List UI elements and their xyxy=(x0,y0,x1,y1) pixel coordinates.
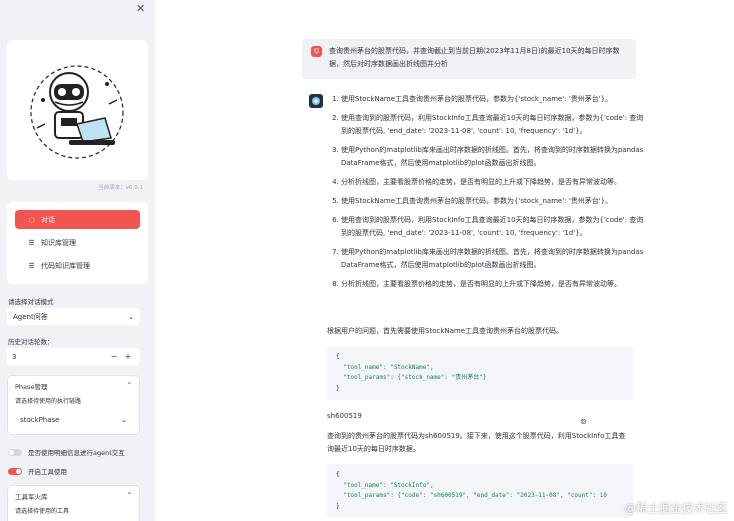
nav-card: ◌ 对话 ☰ 知识库管理 ☰ 代码知识库管理 xyxy=(7,202,148,284)
chat-icon: ◌ xyxy=(28,215,35,224)
code-block[interactable]: { "tool_name": "StockInfo", "tool_params… xyxy=(327,464,633,518)
detail-toggle-row: 是否使用明细信息进行agent交互 xyxy=(8,447,125,457)
response-paragraph: 查询到的贵州茅台的股票代码为sh600519。接下来，使用这个股票代码，利用St… xyxy=(327,432,626,453)
robot-logo-icon xyxy=(30,65,124,159)
toolbox-select-label: 请选择待使用的工具 xyxy=(15,508,70,515)
chevron-down-icon: ⌄ xyxy=(121,415,127,424)
nav-item-label: 对话 xyxy=(41,215,55,224)
nav-item-label: 知识库管理 xyxy=(41,238,76,247)
code-value: "StockInfo", xyxy=(390,481,434,489)
nav-item-chat[interactable]: ◌ 对话 xyxy=(15,210,140,229)
mode-select-value: Agent问答 xyxy=(13,312,48,321)
nav-item-label: 代码知识库管理 xyxy=(41,261,90,270)
chevron-down-icon: ⌄ xyxy=(128,312,134,321)
plan-step: 分析折线图，主要看股票价格的走势，是否有明显的上升或下降趋势，是否有异常波动等。 xyxy=(341,176,646,189)
mode-label: 请选择对话模式 xyxy=(8,298,54,306)
close-sidebar-icon[interactable]: ✕ xyxy=(136,2,145,15)
bot-avatar-icon xyxy=(309,94,323,108)
code-line: } xyxy=(336,502,340,510)
toolbox-expander-header[interactable]: 工具军火库 ⌃ xyxy=(8,486,139,506)
code-value: {"stock_name": "贵州茅台"} xyxy=(397,374,487,381)
chat-area: ☺ 查询贵州茅台的股票代码，并查询截止到当前日期(2023年11月8日)的最近1… xyxy=(155,0,734,521)
history-label: 历史对话轮数： xyxy=(8,338,54,346)
history-stepper[interactable]: 3 − + xyxy=(7,348,140,365)
phase-expander-header[interactable]: Phase管理 ⌃ xyxy=(8,376,139,396)
code-key: "tool_name": xyxy=(343,481,391,489)
code-key: "tool_name": xyxy=(343,363,391,371)
code-line: { xyxy=(336,353,340,360)
code-block[interactable]: { "tool_name": "StockName", "tool_params… xyxy=(327,346,633,400)
tool-toggle-row: 开启工具使用 xyxy=(8,466,67,476)
nav-item-knowledge-base[interactable]: ☰ 知识库管理 xyxy=(15,233,140,252)
plan-step: 使用查询到的股票代码，利用StockInfo工具查询最近10天的每日时序数据，参… xyxy=(341,214,646,240)
phase-title: Phase管理 xyxy=(15,383,48,391)
phase-select-label: 请选择待使用的执行链路 xyxy=(15,398,82,405)
mode-select[interactable]: Agent问答 ⌄ xyxy=(7,308,140,325)
code-value: {"code": "sh600519", "end_date": "2023-1… xyxy=(397,492,607,499)
user-avatar-icon: ☺ xyxy=(311,46,322,57)
code-value: "StockName", xyxy=(390,363,434,371)
list-icon: ☰ xyxy=(28,261,35,270)
watermark: @稀土掘金技术社区 xyxy=(624,501,729,515)
list-icon: ☰ xyxy=(28,238,35,247)
code-key: "tool_params": xyxy=(343,374,398,381)
history-value[interactable]: 3 xyxy=(12,353,107,361)
plan-step: 使用StockName工具查询贵州茅台的股票代码，参数为{'stock_name… xyxy=(341,195,646,208)
detail-toggle-label: 是否使用明细信息进行agent交互 xyxy=(28,449,125,457)
increment-button[interactable]: + xyxy=(121,352,135,361)
plan-step: 使用Python的matplotlib库来画出时序数据的折线图。首先，将查询到的… xyxy=(341,144,646,170)
tool-toggle[interactable] xyxy=(8,467,22,475)
phase-select-value: stockPhase xyxy=(20,415,60,424)
code-line: { xyxy=(336,471,340,478)
response-paragraph: 根据用户的问题，首先需要使用StockName工具查询贵州茅台的股票代码。 xyxy=(327,327,564,335)
plan-step: 使用Python的matplotlib库来画出时序数据的折线图。首先，将查询到的… xyxy=(341,246,646,272)
scroll-cursor-icon: ⊚ xyxy=(580,417,587,426)
plan-step: 使用查询到的股票代码，利用StockInfo工具查询最近10天的每日时序数据，参… xyxy=(341,112,646,138)
plan-step: 分析折线图，主要看股票价格的走势，是否有明显的上升或下降趋势，是否有异常波动等。 xyxy=(341,278,646,291)
user-message: ☺ 查询贵州茅台的股票代码，并查询截止到当前日期(2023年11月8日)的最近1… xyxy=(302,39,636,79)
decrement-button[interactable]: − xyxy=(107,352,121,361)
chevron-up-icon: ⌃ xyxy=(126,381,132,389)
user-message-text: 查询贵州茅台的股票代码，并查询截止到当前日期(2023年11月8日)的最近10天… xyxy=(329,47,620,68)
toolbox-title: 工具军火库 xyxy=(15,493,48,501)
plan-step: 使用StockName工具查询贵州茅台的股票代码，参数为{'stock_name… xyxy=(341,93,646,106)
toolbox-expander: 工具军火库 ⌃ 请选择待使用的工具 xyxy=(7,485,140,521)
detail-toggle[interactable] xyxy=(8,448,22,456)
phase-select[interactable]: stockPhase ⌄ xyxy=(14,411,133,428)
version-label: 当前版本：v0.0.1 xyxy=(98,185,143,191)
logo-card xyxy=(7,40,148,180)
plan-steps-list: 使用StockName工具查询贵州茅台的股票代码，参数为{'stock_name… xyxy=(327,93,646,297)
chevron-up-icon: ⌃ xyxy=(126,491,132,499)
code-line: } xyxy=(336,384,340,392)
nav-item-code-knowledge-base[interactable]: ☰ 代码知识库管理 xyxy=(15,256,140,275)
tool-toggle-label: 开启工具使用 xyxy=(28,468,67,476)
tool-result: sh600519 xyxy=(327,412,362,420)
sidebar: ✕ 当前版本：v0.0.1 ◌ 对话 ☰ 知识库管理 ☰ 代码知识库管理 请选择… xyxy=(0,0,155,521)
phase-expander: Phase管理 ⌃ 请选择待使用的执行链路 stockPhase ⌄ xyxy=(7,375,140,435)
code-key: "tool_params": xyxy=(343,492,398,499)
